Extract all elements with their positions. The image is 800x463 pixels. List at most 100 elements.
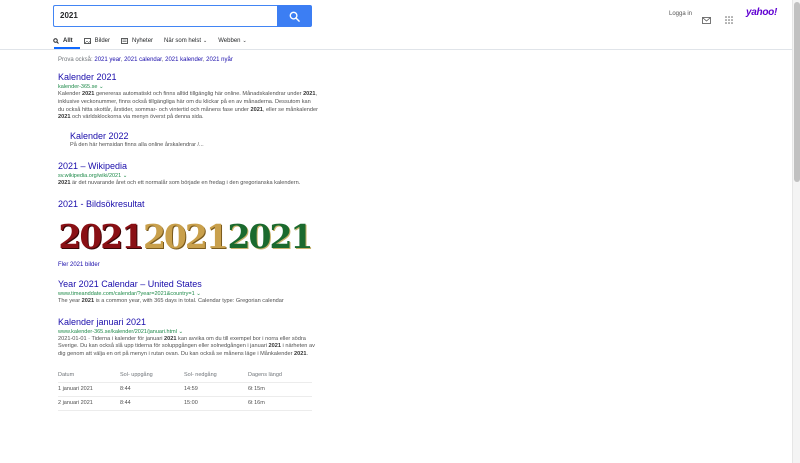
news-icon bbox=[121, 38, 128, 44]
highlight-term: 2021 bbox=[268, 343, 281, 350]
image-thumbnail[interactable]: 2021 bbox=[58, 216, 143, 258]
tab-web[interactable]: Webben ⌄ bbox=[218, 34, 246, 48]
desc-text: genereras automatiskt och finns alltid t… bbox=[94, 91, 304, 97]
tab-label: Webben bbox=[218, 38, 241, 44]
image-thumbnail[interactable]: 2021 bbox=[227, 216, 312, 258]
image-strip: 2021 2021 2021 bbox=[58, 216, 312, 258]
image-results-title-link[interactable]: 2021 - Bildsökresultat bbox=[58, 198, 318, 210]
table-cell: 8:44 bbox=[120, 400, 131, 407]
chevron-down-icon: ⌄ bbox=[203, 38, 208, 44]
result-description: 2021 är det nuvarande året och ett norma… bbox=[58, 180, 318, 188]
search-tabs: Allt Bilder Nyheter När som helst ⌄ Webb… bbox=[53, 34, 258, 48]
search-input[interactable]: 2021 bbox=[53, 5, 277, 27]
table-row: 1 januari 2021 8:44 14:59 6t 15m bbox=[58, 383, 312, 397]
also-try-link[interactable]: 2021 calendar bbox=[124, 57, 162, 63]
search-button[interactable] bbox=[277, 5, 312, 27]
result-description: The year 2021 is a common year, with 365… bbox=[58, 298, 318, 306]
result-url-text: kalender-365.se bbox=[58, 84, 98, 90]
result-url-text: www.timeanddate.com/calendar/?year=2021&… bbox=[58, 290, 195, 297]
table-cell: 6t 16m bbox=[248, 400, 265, 407]
sun-times-table: Datum Sol- uppgång Sol- nedgång Dagens l… bbox=[58, 369, 312, 411]
more-images-link[interactable]: Fler 2021 bilder bbox=[58, 262, 318, 268]
image-results: 2021 - Bildsökresultat 2021 2021 2021 Fl… bbox=[58, 198, 318, 268]
chevron-down-icon[interactable]: ⌄ bbox=[99, 84, 104, 90]
header: 2021 Allt Bilder Nyheter När som helst ⌄… bbox=[0, 0, 800, 50]
highlight-term: 2021 bbox=[164, 335, 177, 342]
table-cell: 15:00 bbox=[184, 400, 198, 407]
tab-news[interactable]: Nyheter bbox=[121, 34, 153, 48]
tab-label: Allt bbox=[63, 38, 73, 44]
table-cell: 8:44 bbox=[120, 386, 131, 393]
table-header: Sol- nedgång bbox=[184, 372, 217, 379]
desc-text: 2021-01-01 · Tiderna i kalender för janu… bbox=[58, 335, 165, 342]
desc-text: The year bbox=[58, 297, 82, 304]
image-label: 2021 bbox=[142, 216, 227, 256]
chevron-down-icon: ⌄ bbox=[242, 38, 247, 44]
yahoo-logo[interactable]: yahoo! bbox=[746, 7, 777, 18]
table-cell: 14:59 bbox=[184, 386, 198, 393]
tab-anytime[interactable]: När som helst ⌄ bbox=[164, 34, 207, 48]
desc-text: , eller se månkalender bbox=[262, 106, 318, 113]
search-result: Kalender 2021 kalender-365.se ⌄ Kalender… bbox=[58, 71, 318, 150]
tab-label: När som helst bbox=[164, 38, 202, 44]
scrollbar[interactable] bbox=[792, 0, 800, 463]
highlight-term: 2021 bbox=[294, 351, 307, 358]
image-label: 2021 bbox=[58, 216, 143, 256]
table-cell: 1 januari 2021 bbox=[58, 386, 93, 393]
also-try: Prova också: 2021 year, 2021 calendar, 2… bbox=[58, 57, 233, 63]
table-cell: 6t 15m bbox=[248, 386, 265, 393]
result-url[interactable]: sv.wikipedia.org/wiki/2021 ⌄ bbox=[58, 172, 318, 180]
image-thumbnail[interactable]: 2021 bbox=[142, 216, 227, 258]
result-title-link[interactable]: Kalender 2021 bbox=[58, 71, 318, 83]
highlight-term: 2021 bbox=[58, 179, 71, 186]
highlight-term: 2021 bbox=[58, 114, 71, 121]
tab-all[interactable]: Allt bbox=[53, 34, 73, 48]
highlight-term: 2021 bbox=[81, 297, 95, 304]
search-result: 2021 – Wikipedia sv.wikipedia.org/wiki/2… bbox=[58, 160, 318, 188]
also-try-link[interactable]: 2021 kalender bbox=[165, 57, 203, 63]
result-url-text: www.kalender-365.se/kalender/2021/januar… bbox=[58, 328, 177, 335]
result-description: 2021-01-01 · Tiderna i kalender för janu… bbox=[58, 336, 318, 359]
image-icon bbox=[83, 38, 91, 44]
table-cell: 2 januari 2021 bbox=[58, 400, 93, 407]
desc-text: . bbox=[306, 351, 309, 358]
tab-label: Bilder bbox=[94, 38, 111, 44]
sub-result-title-link[interactable]: Kalender 2022 bbox=[70, 130, 318, 142]
login-link[interactable]: Logga in bbox=[669, 11, 692, 17]
result-url[interactable]: kalender-365.se ⌄ bbox=[58, 83, 318, 91]
active-tab-indicator bbox=[54, 47, 80, 49]
highlight-term: 2021 bbox=[250, 106, 263, 113]
apps-grid-icon[interactable] bbox=[725, 11, 733, 29]
chevron-down-icon[interactable]: ⌄ bbox=[123, 173, 128, 179]
tab-images[interactable]: Bilder bbox=[83, 34, 111, 48]
highlight-term: 2021 bbox=[81, 91, 95, 97]
chevron-down-icon[interactable]: ⌄ bbox=[196, 291, 201, 297]
result-url[interactable]: www.kalender-365.se/kalender/2021/januar… bbox=[58, 328, 318, 336]
search-result: Year 2021 Calendar – United States www.t… bbox=[58, 278, 318, 306]
result-title-link[interactable]: Year 2021 Calendar – United States bbox=[58, 278, 318, 290]
desc-text: Kalender bbox=[58, 91, 82, 97]
sub-result: Kalender 2022 På den här hemsidan finns … bbox=[70, 130, 318, 150]
scrollbar-thumb[interactable] bbox=[794, 2, 800, 182]
result-title-link[interactable]: Kalender januari 2021 bbox=[58, 316, 318, 328]
table-header: Datum bbox=[58, 372, 75, 379]
result-url-text: sv.wikipedia.org/wiki/2021 bbox=[58, 172, 122, 179]
mail-icon[interactable] bbox=[702, 11, 711, 29]
table-header-row: Datum Sol- uppgång Sol- nedgång Dagens l… bbox=[58, 369, 312, 383]
result-url[interactable]: www.timeanddate.com/calendar/?year=2021&… bbox=[58, 290, 318, 298]
results-list: Prova också: 2021 year, 2021 calendar, 2… bbox=[58, 57, 318, 421]
table-row: 2 januari 2021 8:44 15:00 6t 16m bbox=[58, 397, 312, 411]
also-try-link[interactable]: 2021 nyår bbox=[206, 57, 233, 63]
chevron-down-icon[interactable]: ⌄ bbox=[178, 329, 183, 335]
table-header: Dagens längd bbox=[248, 372, 282, 379]
also-try-link[interactable]: 2021 year bbox=[94, 57, 120, 63]
desc-text: is a common year, with 365 days in total… bbox=[94, 297, 284, 304]
desc-text: är det nuvarande året och ett normalår s… bbox=[70, 179, 301, 186]
result-description: Kalender 2021 genereras automatiskt och … bbox=[58, 91, 318, 122]
search-icon bbox=[53, 38, 59, 44]
image-label: 2021 bbox=[227, 216, 312, 256]
result-title-link[interactable]: 2021 – Wikipedia bbox=[58, 160, 318, 172]
desc-text: och världsklockorna via menyn överst på … bbox=[70, 114, 204, 121]
sub-result-description: På den här hemsidan finns alla online år… bbox=[70, 142, 204, 149]
tab-label: Nyheter bbox=[132, 38, 154, 44]
